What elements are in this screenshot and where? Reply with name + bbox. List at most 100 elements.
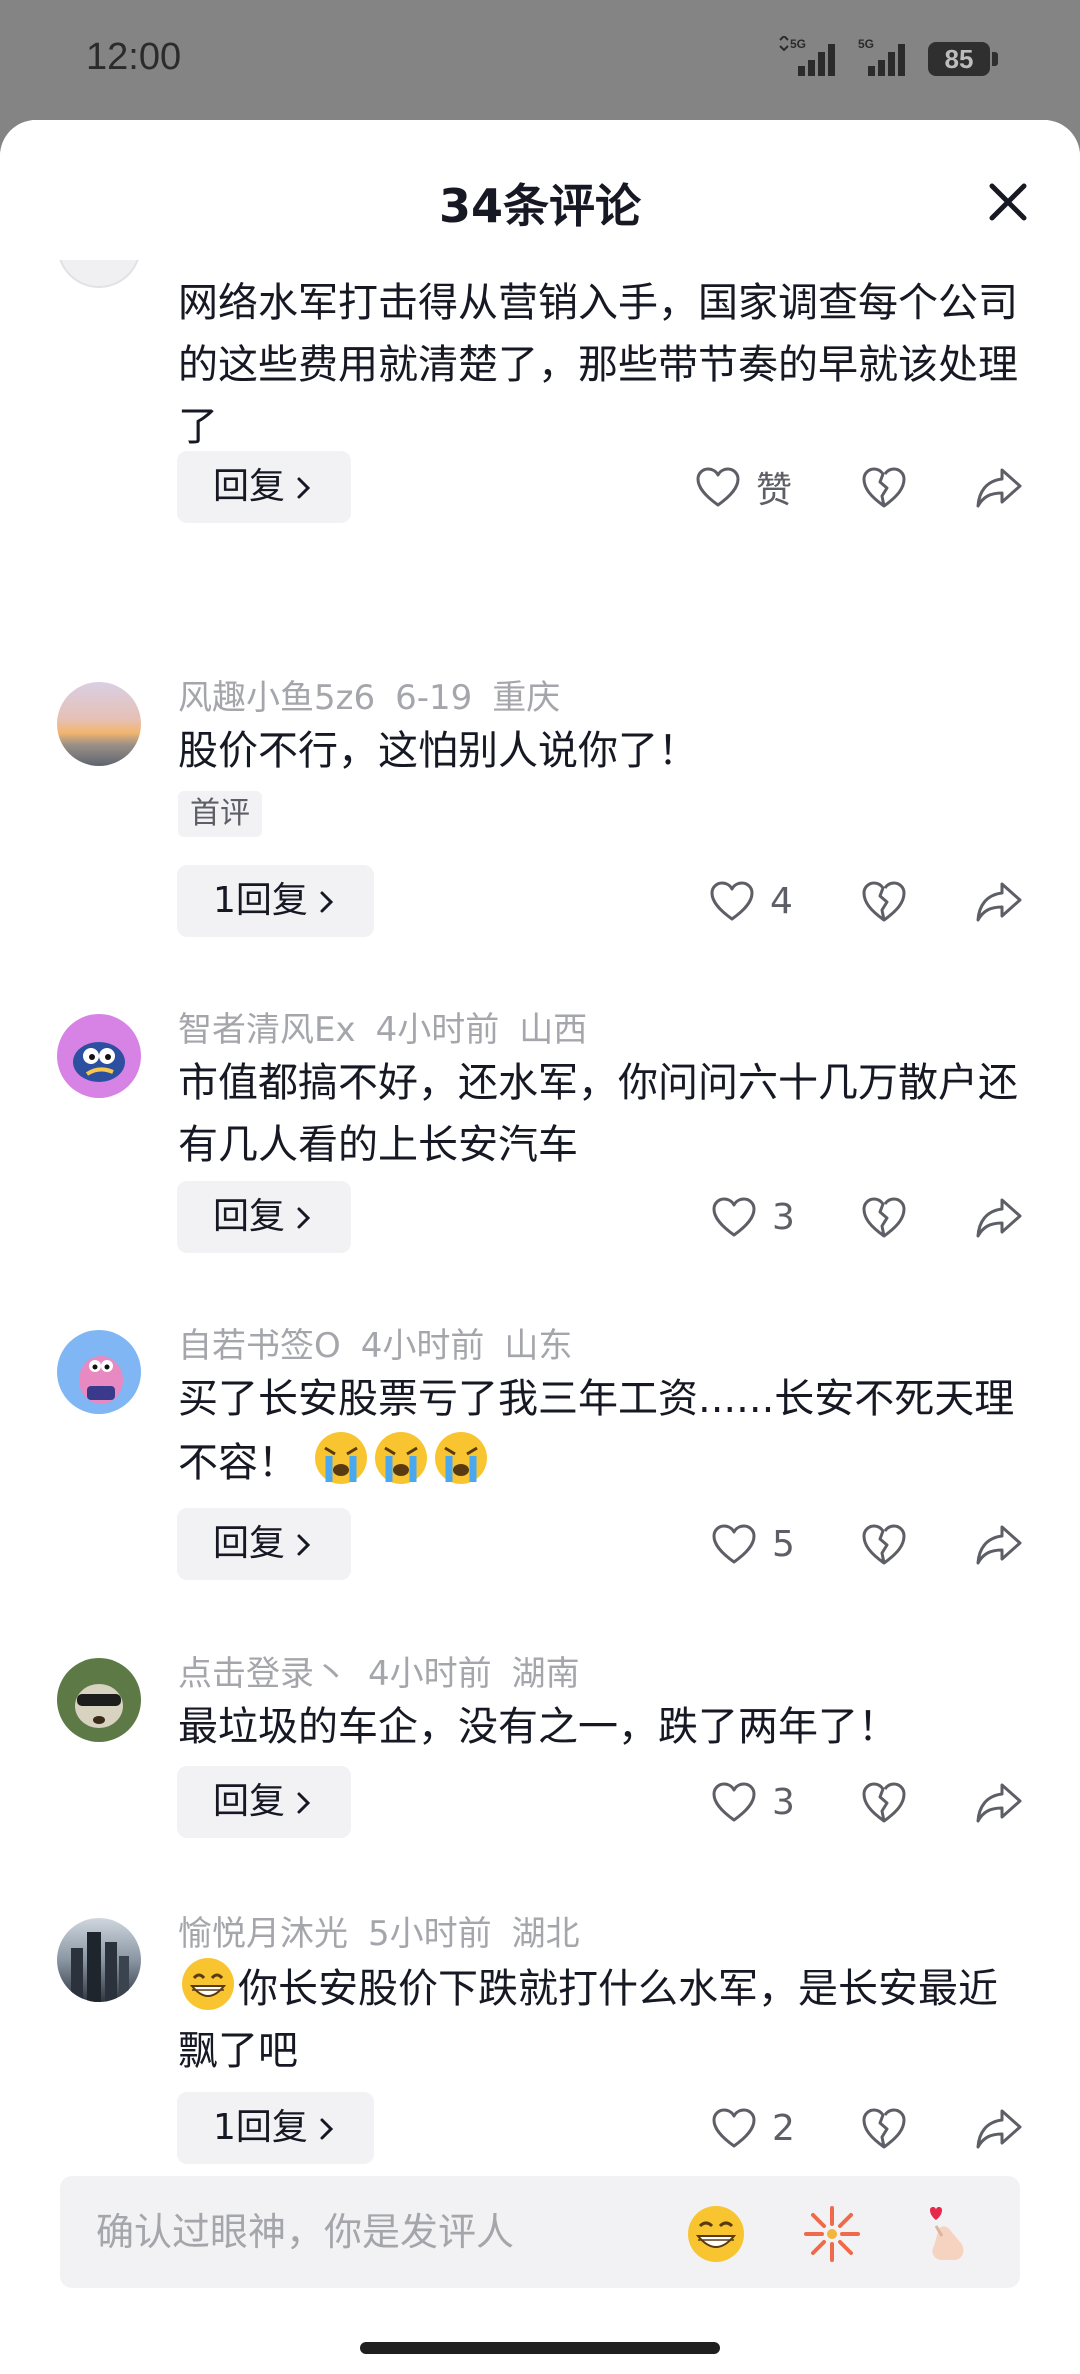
like-count: 5 [772,1523,795,1565]
like-button[interactable]: 3 [710,1181,795,1253]
share-icon[interactable] [974,1521,1024,1567]
firework-icon[interactable] [800,2202,864,2266]
like-count: 2 [772,2107,795,2149]
comments-sheet: 34条评论 网络水军打击得从营销入手，国家调查每个公司的这些费用就清楚了，那些带… [0,120,1080,2374]
comment-location: 湖北 [511,1914,580,1954]
comment-input[interactable]: 确认过眼神，你是发评人 [60,2176,1020,2288]
chevron-right-icon [297,1207,311,1229]
reply-label: 回复 [213,1523,286,1564]
comment-input-placeholder: 确认过眼神，你是发评人 [96,2210,515,2254]
reply-label: 回复 [213,1196,286,1237]
comment-text: 最垃圾的车企，没有之一，跌了两年了！ [178,1704,898,1750]
comment-meta: 自若书签O 4小时前 山东 [178,1318,592,1367]
username[interactable]: 智者清风Ex [178,1010,356,1050]
comment-meta: 愉悦月沐光 5小时前 湖北 [178,1906,600,1955]
signal-5g-icon-2: 5G [858,37,905,76]
comment-meta: 点击登录丶 4小时前 湖南 [178,1646,600,1695]
broken-heart-icon[interactable] [860,2105,908,2151]
avatar-cartoon-icon [79,1356,123,1404]
username[interactable]: 点击登录丶 [178,1654,348,1694]
sheet-header: 34条评论 [0,120,1080,260]
avatar[interactable] [57,260,141,288]
svg-text:5G: 5G [858,37,874,51]
avatar-buildings-icon [71,1932,129,2002]
chevron-right-icon [320,891,334,913]
comment-time: 5小时前 [368,1914,492,1954]
chevron-right-icon [297,477,311,499]
reply-button[interactable]: 回复 [177,1508,352,1580]
broken-heart-icon[interactable] [860,1194,908,1240]
like-button[interactable]: 5 [710,1508,795,1580]
comment-location: 湖南 [511,1654,580,1694]
reply-button[interactable]: 回复 [177,1181,352,1253]
svg-text:5G: 5G [790,37,806,51]
grinning-emoji-icon [182,1958,234,2010]
comment-text: 市值都搞不好，还水军，你问问六十几万散户还有几人看的上长安汽车 [178,1060,1018,1168]
comment-text: 股价不行，这怕别人说你了！ [178,728,698,774]
reply-label: 回复 [213,1781,286,1822]
broken-heart-icon[interactable] [860,1779,908,1825]
reply-label: 1回复 [213,2107,308,2148]
like-button[interactable]: 3 [710,1766,795,1838]
comment-text: 买了长安股票亏了我三年工资......长安不死天理不容！ [178,1368,1028,1494]
like-button[interactable]: 4 [708,865,793,937]
share-icon[interactable] [974,1779,1024,1825]
share-icon[interactable] [974,878,1024,924]
close-icon[interactable] [978,172,1038,232]
chevron-right-icon [320,2118,334,2140]
like-count: 赞 [756,470,793,511]
comment-meta: 智者清风Ex 4小时前 山西 [178,1002,607,1051]
share-icon[interactable] [974,1194,1024,1240]
status-time: 12:00 [86,36,182,78]
comment-text-content: 你长安股价下跌就打什么水军，是长安最近飘了吧 [178,1966,998,2074]
avatar[interactable] [57,1014,141,1098]
broken-heart-icon[interactable] [860,878,908,924]
crying-emoji-icon [314,1432,367,1484]
heart-icon [696,467,740,507]
reply-button[interactable]: 1回复 [177,2092,374,2164]
finger-heart-icon[interactable] [916,2202,980,2266]
crying-emoji-icon [434,1432,487,1484]
comment-time: 4小时前 [375,1010,500,1050]
chevron-right-icon [297,1534,311,1556]
comment-text-content: 买了长安股票亏了我三年工资......长安不死天理不容！ [178,1376,1015,1486]
battery-indicator: 85 [928,42,998,76]
comment-time: 4小时前 [360,1326,485,1366]
crying-emoji-icon [374,1432,427,1484]
share-icon[interactable] [974,2105,1024,2151]
username[interactable]: 愉悦月沐光 [178,1914,348,1954]
comment-text: 网络水军打击得从营销入手，国家调查每个公司的这些费用就清楚了，那些带节奏的早就该… [178,280,1018,450]
like-count: 4 [770,880,793,922]
reply-button[interactable]: 1回复 [177,865,374,937]
like-button[interactable]: 赞 [694,451,792,523]
broken-heart-icon[interactable] [860,464,908,510]
comment-meta: 风趣小鱼5z6 6-19 重庆 [178,670,580,719]
avatar-cartoon-icon [75,1684,123,1728]
status-bar: 12:00 5G 5G 85 [0,0,1080,120]
broken-heart-icon[interactable] [860,1521,908,1567]
comment-location: 重庆 [492,678,561,718]
avatar[interactable] [57,1330,141,1414]
like-count: 3 [772,1196,795,1238]
chevron-right-icon [297,1792,311,1814]
username[interactable]: 风趣小鱼5z6 [178,678,375,718]
avatar[interactable] [57,682,141,766]
emoji-picker-icon[interactable] [684,2202,748,2266]
username[interactable]: 自若书签O [178,1326,341,1366]
like-button[interactable]: 2 [710,2092,795,2164]
comment-location: 山西 [519,1010,588,1050]
heart-icon [712,1197,756,1237]
share-icon[interactable] [974,464,1024,510]
avatar[interactable] [57,1658,141,1742]
reply-button[interactable]: 回复 [177,1766,352,1838]
comments-title: 34条评论 [438,179,641,233]
heart-icon [710,881,754,921]
comment-time: 6-19 [395,678,473,718]
comment-list[interactable]: 网络水军打击得从营销入手，国家调查每个公司的这些费用就清楚了，那些带节奏的早就该… [0,260,1080,2250]
avatar[interactable] [57,1918,141,2002]
home-indicator[interactable] [360,2342,720,2354]
comment-text: 你长安股价下跌就打什么水军，是长安最近飘了吧 [178,1956,1028,2082]
comment-time: 4小时前 [368,1654,492,1694]
reply-button[interactable]: 回复 [177,451,352,523]
like-count: 3 [772,1781,795,1823]
